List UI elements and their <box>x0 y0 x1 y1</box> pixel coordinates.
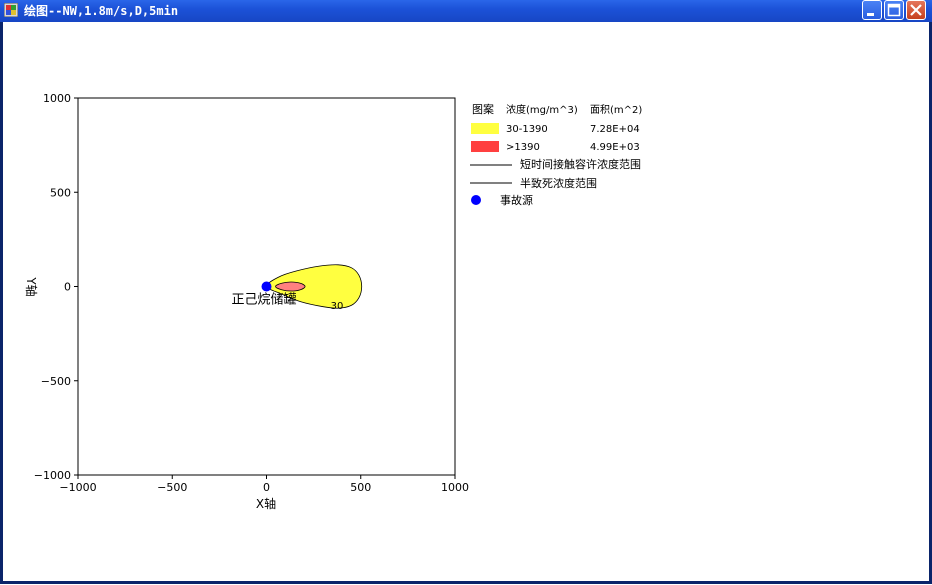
close-icon <box>910 4 922 16</box>
maximize-icon <box>887 3 901 17</box>
legend-header-pattern: 图案 <box>472 102 494 116</box>
x-tick-label: 1000 <box>441 481 469 494</box>
client-area: 正己烷储罐 30 −1000 −500 0 500 1000 1000 500 0 −500−… <box>3 22 929 581</box>
window-title: 绘图--NW,1.8m/s,D,5min <box>24 4 179 18</box>
x-tick-label: 500 <box>350 481 371 494</box>
legend-swatch-low <box>471 123 499 134</box>
legend: 图案 浓度(mg/m^3) 面积(m^2) 30-1390 7.28E+04 >… <box>470 102 642 207</box>
x-tick-label: −500 <box>157 481 187 494</box>
y-tick-label: −500 <box>41 375 71 388</box>
y-axis-label: Y轴 <box>24 276 39 296</box>
y-tick-label: 1000 <box>43 92 71 105</box>
y-tick-label: 0 <box>64 281 71 294</box>
x-tick-label: 0 <box>263 481 270 494</box>
legend-area-high: 4.99E+03 <box>590 142 640 153</box>
accident-source-marker <box>261 281 272 292</box>
legend-area-low: 7.28E+04 <box>590 124 640 135</box>
x-tick-label: −1000 <box>59 481 96 494</box>
legend-line-stel-label: 短时间接触容许浓度范围 <box>520 157 641 171</box>
close-button[interactable] <box>906 0 926 20</box>
minimize-icon <box>867 13 874 16</box>
legend-range-high: >1390 <box>506 142 540 153</box>
x-axis: −1000 −500 0 500 1000 <box>59 475 469 494</box>
title-bar[interactable]: 绘图--NW,1.8m/s,D,5min <box>0 0 932 22</box>
plot-canvas: 正己烷储罐 30 −1000 −500 0 500 1000 10005000−500−… <box>24 92 642 511</box>
x-axis-label: X轴 <box>256 496 276 511</box>
legend-swatch-high <box>471 141 499 152</box>
legend-range-low: 30-1390 <box>506 124 548 135</box>
y-tick-label: −1000 <box>34 469 71 482</box>
legend-line-lc50-label: 半致死浓度范围 <box>520 176 597 190</box>
legend-source-marker <box>471 195 481 205</box>
source-label: 正己烷储罐 <box>232 293 297 308</box>
app-window: 绘图--NW,1.8m/s,D,5min 正己烷储罐 30 −1000 −500… <box>0 0 932 584</box>
legend-source-label: 事故源 <box>500 193 533 207</box>
contour-value-label: 30 <box>331 301 344 312</box>
minimize-button[interactable] <box>862 0 882 20</box>
y-axis: 1000 500 0 −500 −1000 <box>34 92 78 482</box>
app-icon <box>4 3 18 17</box>
maximize-button[interactable] <box>884 0 904 20</box>
legend-header-area: 面积(m^2) <box>590 104 642 116</box>
y-tick-label: 500 <box>50 186 71 199</box>
legend-header-concentration: 浓度(mg/m^3) <box>506 103 578 116</box>
